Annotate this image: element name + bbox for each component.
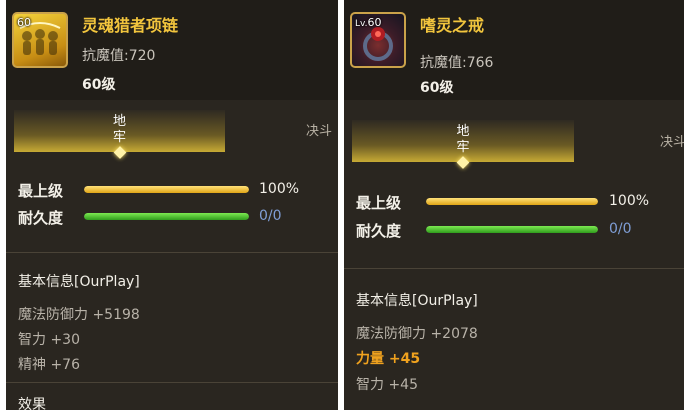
stat-label-grade: 最上级 xyxy=(356,194,402,212)
item-level: 60级 xyxy=(82,77,116,93)
item-level: 60级 xyxy=(420,80,454,96)
attribute-line: 智力 +45 xyxy=(356,377,418,393)
durability-bar-fill xyxy=(426,226,598,233)
attribute-line: 智力 +30 xyxy=(18,332,80,348)
grade-bar xyxy=(84,186,249,193)
tab-dungeon[interactable]: 地牢 xyxy=(14,110,225,159)
level-badge-prefix: Lv. xyxy=(355,19,368,29)
durability-bar xyxy=(84,213,249,220)
tab-dungeon[interactable]: 地牢 xyxy=(352,120,574,169)
stat-value-grade: 100% xyxy=(259,181,300,197)
item-tooltip-right: Lv.60 嗜灵之戒 抗魔值:766 60级 地牢 决斗 最上级 100% 耐久… xyxy=(344,0,684,410)
stat-value-durability: 0/0 xyxy=(259,208,282,224)
section-title-basic-info: 基本信息[OurPlay] xyxy=(356,293,478,309)
section-divider xyxy=(6,252,338,253)
grade-bar-fill xyxy=(426,198,598,205)
item-name: 嗜灵之戒 xyxy=(420,16,485,35)
attribute-line: 精神 +76 xyxy=(18,357,80,373)
item-tooltip-left: 60 灵魂猎者项链 抗魔值:720 60级 地牢 决斗 最上级 100% 耐久度… xyxy=(6,0,338,410)
stat-label-grade: 最上级 xyxy=(18,182,64,200)
ring-icon: Lv.60 xyxy=(350,12,406,68)
tab-duel[interactable]: 决斗 xyxy=(306,120,332,139)
level-badge: Lv.60 xyxy=(355,16,382,29)
durability-bar-fill xyxy=(84,213,249,220)
attribute-line: 魔法防御力 +5198 xyxy=(18,307,140,323)
item-resist-value: 抗魔值:720 xyxy=(82,48,156,64)
attribute-line: 魔法防御力 +2078 xyxy=(356,326,478,342)
level-badge-value: 60 xyxy=(367,16,382,29)
tab-dungeon-label: 地牢 xyxy=(112,114,126,145)
tab-dungeon-label: 地牢 xyxy=(456,124,470,155)
tab-active-indicator xyxy=(456,156,470,169)
level-badge: 60 xyxy=(17,16,31,29)
item-name: 灵魂猎者项链 xyxy=(82,16,179,35)
section-divider xyxy=(6,382,338,383)
grade-bar-fill xyxy=(84,186,249,193)
attribute-line-highlight: 力量 +45 xyxy=(356,351,421,367)
stat-value-durability: 0/0 xyxy=(609,221,632,237)
necklace-icon: 60 xyxy=(12,12,68,68)
stat-label-durability: 耐久度 xyxy=(18,209,64,227)
tab-active-indicator xyxy=(113,146,126,159)
tab-duel[interactable]: 决斗 xyxy=(660,131,684,150)
section-title-effects: 效果 xyxy=(18,397,46,410)
grade-bar xyxy=(426,198,598,205)
section-title-basic-info: 基本信息[OurPlay] xyxy=(18,274,140,290)
section-divider xyxy=(344,268,684,269)
stat-value-grade: 100% xyxy=(609,193,650,209)
item-resist-value: 抗魔值:766 xyxy=(420,55,494,71)
stat-label-durability: 耐久度 xyxy=(356,222,402,240)
durability-bar xyxy=(426,226,598,233)
